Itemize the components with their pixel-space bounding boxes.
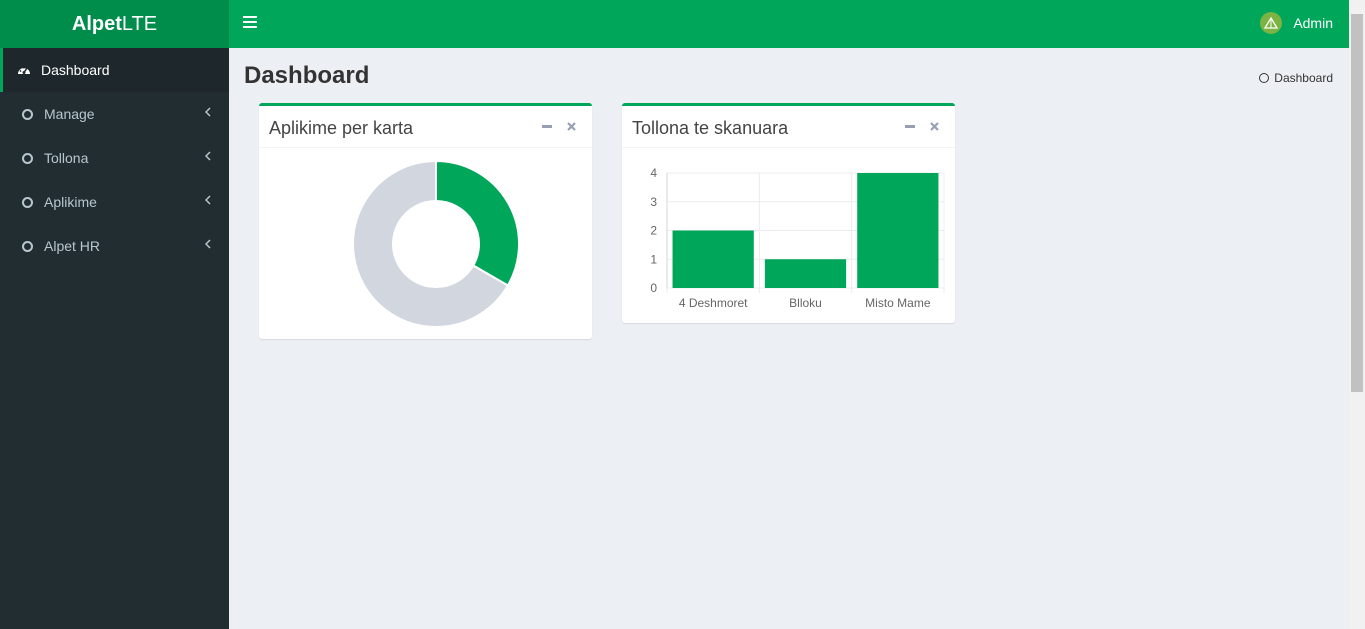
box-aplikime-per-karta: Aplikime per karta bbox=[259, 103, 592, 339]
y-tick-label: 3 bbox=[650, 195, 657, 209]
box-title: Tollona te skanuara bbox=[632, 118, 789, 138]
bar[interactable] bbox=[764, 259, 847, 288]
sidebar: Alpet LTE Dashboard Manage Tollona Apliki… bbox=[0, 0, 229, 629]
y-tick-label: 0 bbox=[650, 281, 657, 295]
chevron-left-icon bbox=[205, 239, 211, 249]
page-title: Dashboard bbox=[244, 62, 370, 89]
sidebar-item-dashboard[interactable]: Dashboard bbox=[0, 48, 229, 92]
sidebar-item-label: Manage bbox=[44, 106, 95, 122]
circle-o-icon bbox=[20, 151, 34, 165]
sidebar-item-aplikime[interactable]: Aplikime bbox=[0, 180, 229, 224]
x-tick-label: Misto Mame bbox=[865, 296, 931, 310]
top-navbar: Admin bbox=[229, 0, 1349, 48]
circle-o-icon bbox=[1259, 73, 1270, 83]
collapse-button[interactable] bbox=[904, 120, 916, 132]
y-tick-label: 2 bbox=[650, 224, 657, 238]
box-title: Aplikime per karta bbox=[269, 118, 414, 138]
chevron-left-icon bbox=[205, 151, 211, 161]
user-name: Admin bbox=[1293, 15, 1333, 31]
sidebar-item-tollona[interactable]: Tollona bbox=[0, 136, 229, 180]
brand-bold: Alpet bbox=[71, 12, 122, 35]
minus-icon bbox=[905, 124, 915, 128]
chevron-left-icon bbox=[205, 107, 211, 117]
brand-logo[interactable]: Alpet LTE bbox=[0, 0, 229, 48]
remove-button[interactable] bbox=[928, 120, 940, 132]
scrollbar-thumb[interactable] bbox=[1351, 14, 1363, 392]
vertical-scrollbar[interactable] bbox=[1349, 0, 1365, 629]
avatar bbox=[1260, 12, 1283, 34]
sidebar-item-label: Aplikime bbox=[44, 194, 97, 210]
bar[interactable] bbox=[857, 173, 939, 288]
breadcrumb-item: Dashboard bbox=[1274, 71, 1333, 85]
x-tick-label: Blloku bbox=[789, 296, 822, 310]
sidebar-item-label: Alpet HR bbox=[44, 238, 101, 254]
box-header: Aplikime per karta bbox=[259, 106, 592, 148]
box-tollona-te-skanuara: Tollona te skanuara 0 1 2 3 4 4 Deshmoret Bllo… bbox=[622, 103, 955, 323]
collapse-button[interactable] bbox=[541, 120, 553, 132]
x-tick-label: 4 Deshmoret bbox=[679, 296, 748, 310]
remove-button[interactable] bbox=[565, 120, 577, 132]
circle-o-icon bbox=[20, 239, 34, 253]
sidebar-toggle-button[interactable] bbox=[243, 16, 257, 30]
sidebar-item-label: Tollona bbox=[44, 150, 89, 166]
sidebar-menu: Dashboard Manage Tollona Aplikime Alpet … bbox=[0, 48, 229, 268]
bar[interactable] bbox=[672, 230, 754, 289]
close-icon bbox=[566, 121, 576, 131]
minus-icon bbox=[542, 124, 552, 128]
circle-o-icon bbox=[20, 195, 34, 209]
breadcrumb[interactable]: Dashboard bbox=[1259, 71, 1333, 85]
user-menu[interactable]: Admin bbox=[1260, 12, 1333, 34]
brand-light: LTE bbox=[121, 12, 158, 35]
circle-o-icon bbox=[20, 107, 34, 121]
sidebar-item-label: Dashboard bbox=[41, 62, 110, 78]
y-tick-label: 4 bbox=[650, 166, 657, 180]
y-tick-label: 1 bbox=[650, 252, 657, 266]
bar-chart: 0 1 2 3 4 4 Deshmoret Blloku Misto Mame bbox=[650, 166, 945, 310]
donut-chart bbox=[352, 159, 520, 328]
close-icon bbox=[929, 121, 939, 131]
sidebar-item-alpet-hr[interactable]: Alpet HR bbox=[0, 224, 229, 268]
sidebar-item-manage[interactable]: Manage bbox=[0, 92, 229, 136]
chevron-left-icon bbox=[205, 195, 211, 205]
dashboard-icon bbox=[17, 63, 31, 77]
box-header: Tollona te skanuara bbox=[622, 106, 955, 148]
